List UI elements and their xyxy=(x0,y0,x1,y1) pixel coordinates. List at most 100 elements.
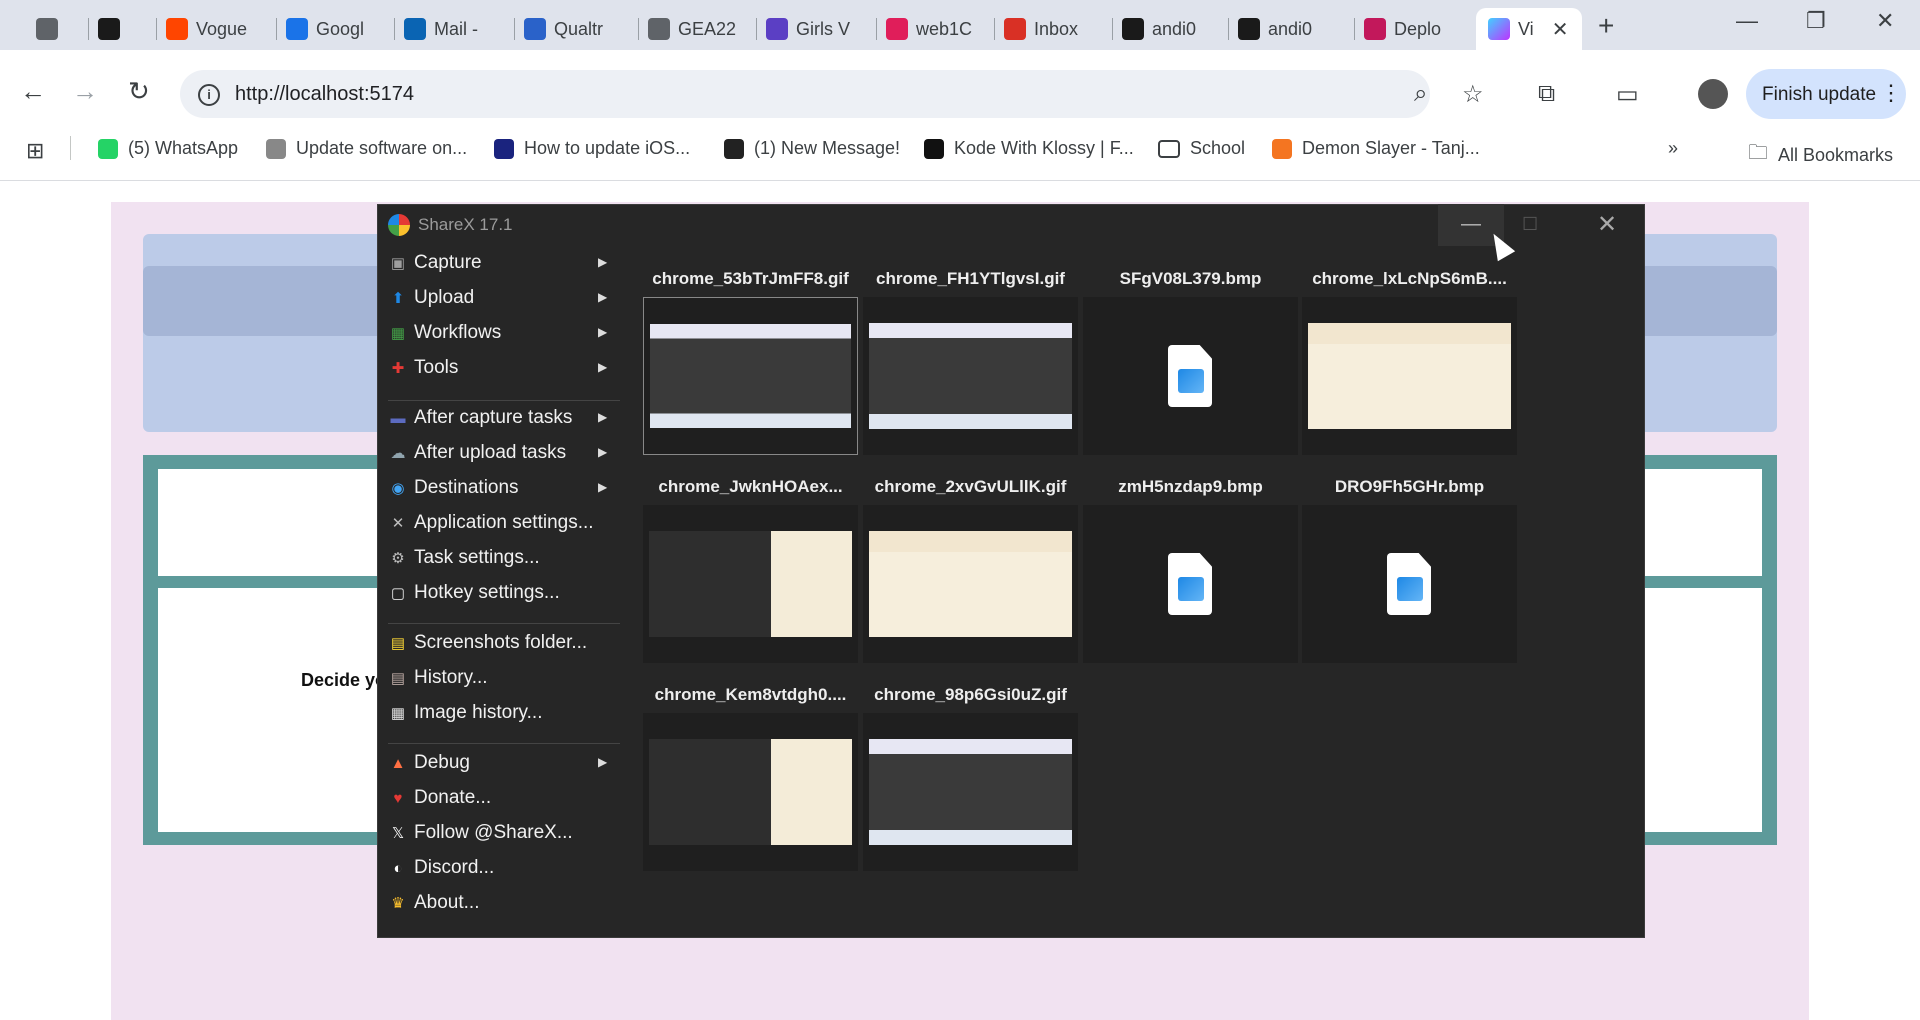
menu-item-image-history[interactable]: ▦ Image history... xyxy=(388,702,543,724)
reload-icon[interactable]: ↻ xyxy=(128,78,150,104)
menu-item-after-capture-tasks[interactable]: ▬ After capture tasks xyxy=(388,407,573,429)
menu-item-upload[interactable]: ⬆ Upload xyxy=(388,287,475,309)
file-name[interactable]: chrome_2xvGvULllK.gif xyxy=(863,477,1078,497)
more-menu-icon[interactable]: ⋮ xyxy=(1880,80,1902,106)
bookmark-item[interactable]: Update software on... xyxy=(266,138,467,159)
file-thumbnail[interactable] xyxy=(1302,505,1517,663)
menu-label: Task settings... xyxy=(414,547,540,568)
all-bookmarks-button[interactable]: 🗀 All Bookmarks xyxy=(1748,138,1893,172)
bookmark-item[interactable]: Kode With Klossy | F... xyxy=(924,138,1134,159)
menu-item-application-settings[interactable]: ✕ Application settings... xyxy=(388,512,594,534)
browser-tab[interactable]: Girls V xyxy=(766,8,884,50)
file-thumbnail[interactable] xyxy=(643,505,858,663)
menu-label: Follow @ShareX... xyxy=(414,822,573,843)
browser-tab[interactable]: andi0 xyxy=(1122,8,1240,50)
browser-tab[interactable]: Deplo xyxy=(1364,8,1482,50)
tools-icon: ✚ xyxy=(391,360,405,377)
file-name[interactable]: zmH5nzdap9.bmp xyxy=(1083,477,1298,497)
browser-tab[interactable]: andi0 xyxy=(1238,8,1356,50)
close-window-button[interactable]: ✕ xyxy=(1876,8,1894,34)
menu-item-about[interactable]: ♛ About... xyxy=(388,892,479,914)
file-name[interactable]: chrome_FH1YTlgvsI.gif xyxy=(863,269,1078,289)
medium-icon xyxy=(494,138,514,159)
menu-item-after-upload-tasks[interactable]: ☁ After upload tasks xyxy=(388,442,567,464)
menu-item-hotkey-settings[interactable]: ▢ Hotkey settings... xyxy=(388,582,560,604)
crunchyroll-icon xyxy=(1272,138,1292,159)
menu-label: Discord... xyxy=(414,857,495,878)
bookmark-item[interactable]: How to update iOS... xyxy=(494,138,690,159)
avatar[interactable] xyxy=(1698,79,1728,109)
file-thumbnail[interactable] xyxy=(863,713,1078,871)
browser-tab[interactable]: Inbox xyxy=(1004,8,1122,50)
browser-tab[interactable]: Mail - xyxy=(404,8,522,50)
tab-label: Qualtr xyxy=(554,18,604,39)
menu-item-discord[interactable]: ◐ Discord... xyxy=(388,857,494,879)
file-thumbnail[interactable] xyxy=(1083,505,1298,663)
browser-tab[interactable]: web1C xyxy=(886,8,1004,50)
menu-item-task-settings[interactable]: ⚙ Task settings... xyxy=(388,547,540,569)
file-name[interactable]: chrome_lxLcNpS6mB.... xyxy=(1302,269,1517,289)
globe-icon xyxy=(648,18,670,40)
browser-tab[interactable]: Qualtr xyxy=(524,8,642,50)
new-tab-button[interactable]: + xyxy=(1598,10,1614,42)
minimize-window-button[interactable]: — xyxy=(1736,8,1758,34)
browser-tab-active[interactable]: Vi ✕ xyxy=(1476,8,1582,50)
kode-icon xyxy=(924,138,944,159)
menu-item-capture[interactable]: ▣ Capture xyxy=(388,252,482,274)
bookmark-item[interactable]: School xyxy=(1158,138,1245,159)
browser-tab[interactable]: Vogue xyxy=(166,8,284,50)
file-name[interactable]: DRO9Fh5GHr.bmp xyxy=(1302,477,1517,497)
whatsapp-icon xyxy=(98,138,118,159)
menu-item-workflows[interactable]: ▦ Workflows xyxy=(388,322,501,344)
bookmark-item[interactable]: (1) New Message! xyxy=(724,138,900,159)
menu-item-destinations[interactable]: ◉ Destinations xyxy=(388,477,518,499)
file-thumbnail[interactable] xyxy=(1083,297,1298,455)
image-history-icon: ▦ xyxy=(390,705,406,722)
toolbar-divider xyxy=(0,180,1920,181)
site-info-icon[interactable]: i xyxy=(198,84,220,106)
sharex-maximize-button[interactable]: ☐ xyxy=(1522,214,1538,235)
file-name[interactable]: chrome_JwknHOAex... xyxy=(643,477,858,497)
browser-tab[interactable]: Googl xyxy=(286,8,404,50)
menu-label: History... xyxy=(414,667,488,688)
sharex-close-button[interactable]: ✕ xyxy=(1597,210,1617,239)
forward-icon[interactable]: → xyxy=(72,78,98,104)
file-thumbnail[interactable] xyxy=(1302,297,1517,455)
slack-icon xyxy=(886,18,908,40)
bookmark-item[interactable]: (5) WhatsApp xyxy=(98,138,238,159)
menu-item-donate[interactable]: ♥ Donate... xyxy=(388,787,492,809)
apps-icon[interactable]: ⊞ xyxy=(26,138,44,164)
browser-tab[interactable] xyxy=(36,8,104,50)
extensions-icon[interactable]: ⧉ xyxy=(1538,80,1555,108)
file-thumbnail[interactable] xyxy=(863,505,1078,663)
file-name[interactable]: SFgV08L379.bmp xyxy=(1083,269,1298,289)
outlook-icon xyxy=(404,18,426,40)
menu-item-follow-sharex[interactable]: 𝕏 Follow @ShareX... xyxy=(388,822,573,844)
zoom-icon[interactable]: ⌕ xyxy=(1414,80,1427,108)
restore-window-button[interactable]: ❐ xyxy=(1806,8,1826,34)
file-thumbnail[interactable] xyxy=(863,297,1078,455)
menu-item-history[interactable]: ▤ History... xyxy=(388,667,488,689)
back-icon[interactable]: ← xyxy=(20,78,46,104)
menu-item-screenshots-folder[interactable]: ▤ Screenshots folder... xyxy=(388,632,587,654)
bookmarks-overflow-icon[interactable]: » xyxy=(1668,138,1678,159)
menu-item-tools[interactable]: ✚ Tools xyxy=(388,357,459,379)
cast-icon[interactable]: ▭ xyxy=(1616,80,1639,109)
menu-label: Image history... xyxy=(414,702,543,723)
file-thumbnail[interactable] xyxy=(643,713,858,871)
url-text[interactable]: http://localhost:5174 xyxy=(235,83,414,106)
file-name[interactable]: chrome_53bTrJmFF8.gif xyxy=(643,269,858,289)
file-name[interactable]: chrome_98p6Gsi0uZ.gif xyxy=(863,685,1078,705)
task-settings-icon: ⚙ xyxy=(391,550,405,567)
bookmark-item[interactable]: Demon Slayer - Tanj... xyxy=(1272,138,1480,159)
bookmark-star-icon[interactable]: ☆ xyxy=(1462,80,1484,109)
close-tab-icon[interactable]: ✕ xyxy=(1552,17,1569,42)
file-name[interactable]: chrome_Kem8vtdgh0.... xyxy=(643,685,858,705)
submenu-arrow-icon: ▶ xyxy=(598,445,608,459)
menu-item-debug[interactable]: ▲ Debug xyxy=(388,752,470,774)
browser-tab[interactable]: GEA22 xyxy=(648,8,766,50)
menu-label: Debug xyxy=(414,752,470,773)
destinations-icon: ◉ xyxy=(391,480,405,497)
file-thumbnail[interactable] xyxy=(643,297,858,455)
all-bookmarks-label: All Bookmarks xyxy=(1778,144,1894,165)
